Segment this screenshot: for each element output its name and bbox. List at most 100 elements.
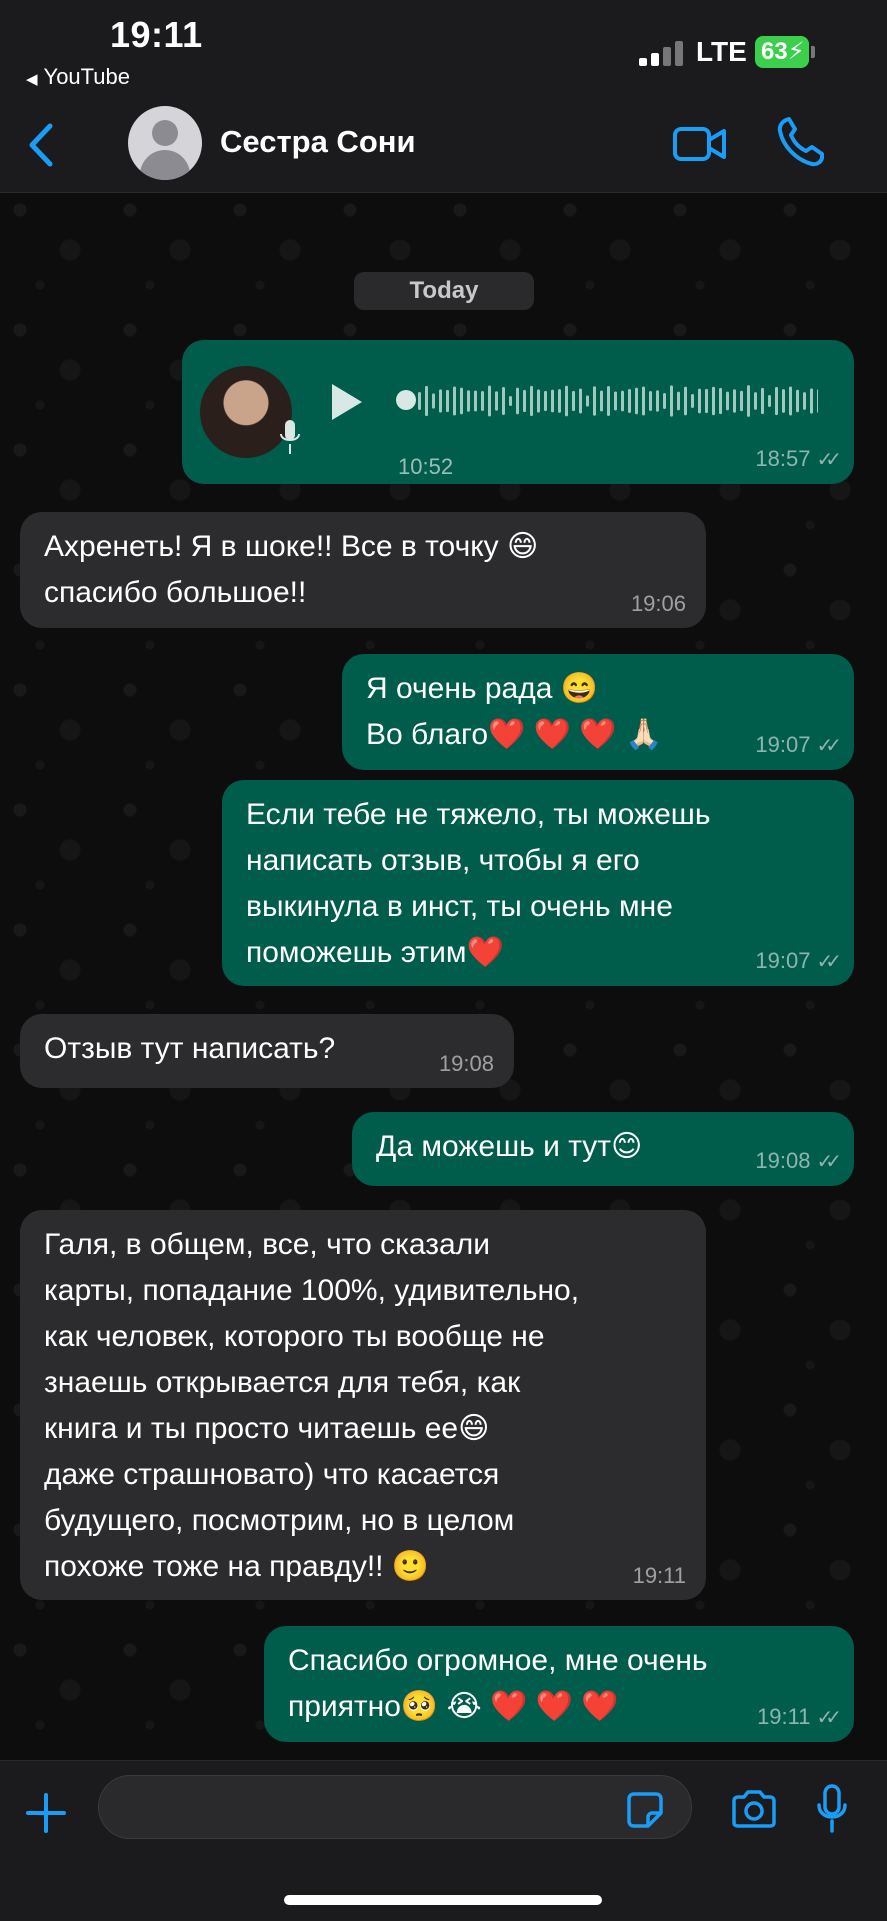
back-app-label: YouTube [43,64,130,89]
read-receipt-icon: ✓✓ [816,1151,841,1173]
waveform-bar [425,385,428,417]
outgoing-message[interactable]: Спасибо огромное, мне очень приятно🥺 😭 ❤… [264,1626,854,1742]
waveform-bar [488,385,491,417]
chat-header: Сестра Сони [0,100,887,193]
phone-icon[interactable] [776,116,824,168]
contact-name[interactable]: Сестра Сони [220,124,416,160]
waveform-bar [572,390,575,412]
waveform-bar [446,389,449,413]
message-text: Отзыв тут написать? [44,1032,336,1065]
waveform-bar [530,385,533,417]
waveform-bar [740,390,743,412]
microphone-icon [280,420,300,454]
voice-message-bubble[interactable]: 10:52 18:57 ✓✓ [182,340,854,484]
waveform-bar [544,390,547,412]
message-time: 18:57 [755,446,811,471]
message-time: 19:07 [755,948,811,973]
waveform-bar [782,389,785,413]
waveform-bar [803,392,806,410]
waveform-bar [432,393,435,409]
waveform-bar [418,392,421,410]
waveform-bar [698,388,701,414]
waveform-bar [705,388,708,414]
status-bar: 19:11 ◀ YouTube LTE 63⚡ [0,0,887,100]
camera-icon[interactable] [730,1789,778,1829]
waveform-bar [509,395,512,407]
battery-level: 63 [761,38,788,65]
message-text: Если тебе не тяжело, ты можешь написать … [246,798,711,969]
waveform-bar [684,386,687,416]
waveform-bar [439,389,442,413]
message-meta: 18:57 ✓✓ [755,446,841,472]
message-time: 19:08 [438,1051,494,1076]
signal-icon [639,40,689,66]
waveform-bar [656,390,659,412]
plus-icon[interactable] [22,1789,70,1837]
waveform-bar [677,391,680,411]
message-text: Ахренеть! Я в шоке!! Все в точку 😄 спаси… [44,530,539,609]
message-time: 19:06 [630,591,686,616]
waveform-bar [691,393,694,409]
waveform-bar [579,388,582,414]
play-button[interactable] [332,384,362,420]
status-time: 19:11 [110,14,203,55]
waveform-bar [621,390,624,412]
waveform-bar [565,385,568,417]
message-time: 19:11 [757,1704,811,1729]
message-meta: 19:08 ✓✓ [755,1149,841,1174]
message-meta: 19:07 ✓✓ [755,948,841,974]
waveform-bar [481,391,484,411]
waveform-bar [551,389,554,413]
outgoing-message[interactable]: Если тебе не тяжело, ты можешь написать … [222,780,854,986]
waveform-bar [719,387,722,415]
waveform-bar [474,390,477,412]
waveform-bar [747,385,750,417]
waveform-bar [502,386,505,416]
message-time: 19:07 [755,732,811,757]
message-meta: 19:08 [439,1052,494,1076]
read-receipt-icon: ✓✓ [816,735,841,757]
waveform-bar [586,395,589,407]
waveform-bar [523,389,526,413]
waveform-bar [635,387,638,415]
waveform[interactable] [418,382,818,420]
network-type: LTE [696,36,747,67]
waveform-bar [649,391,652,411]
waveform-bar [726,391,729,411]
message-meta: 19:11 ✓✓ [757,1704,842,1730]
waveform-bar [663,392,666,410]
waveform-bar [817,389,818,413]
outgoing-message[interactable]: Я очень рада 😄 Во благо❤️ ❤️ ❤️ 🙏🏻 19:07… [342,654,854,770]
home-indicator [284,1895,602,1905]
waveform-bar [670,385,673,417]
waveform-bar [516,387,519,415]
microphone-icon[interactable] [816,1783,848,1835]
message-meta: 19:06 [631,592,686,616]
message-meta: 19:07 ✓✓ [755,732,841,758]
voice-duration: 10:52 [398,454,454,479]
battery-icon: 63⚡ [755,36,817,68]
incoming-message[interactable]: Отзыв тут написать? 19:08 [20,1014,514,1088]
waveform-bar [712,386,715,416]
waveform-bar [754,392,757,410]
read-receipt-icon: ✓✓ [816,1707,841,1729]
chevron-left-icon[interactable] [22,118,62,172]
message-text: Спасибо огромное, мне очень приятно🥺 😭 ❤… [288,1644,708,1723]
waveform-bar [607,386,610,416]
composer-bar [0,1760,887,1921]
incoming-message[interactable]: Ахренеть! Я в шоке!! Все в точку 😄 спаси… [20,512,706,628]
date-separator: Today [354,272,534,310]
message-input[interactable] [98,1775,692,1839]
waveform-bar [796,389,799,413]
read-receipt-icon: ✓✓ [816,951,841,973]
waveform-bar [495,391,498,411]
outgoing-message[interactable]: Да можешь и тут😊 19:08 ✓✓ [352,1112,854,1186]
playback-position-handle[interactable] [396,390,416,410]
avatar[interactable] [128,106,202,180]
incoming-message[interactable]: Галя, в общем, все, что сказали карты, п… [20,1210,706,1600]
video-camera-icon[interactable] [672,120,728,168]
sticker-icon[interactable] [626,1791,664,1829]
back-to-app-link[interactable]: ◀ YouTube [26,64,130,90]
waveform-bar [467,390,470,412]
back-triangle-icon: ◀ [26,71,38,88]
